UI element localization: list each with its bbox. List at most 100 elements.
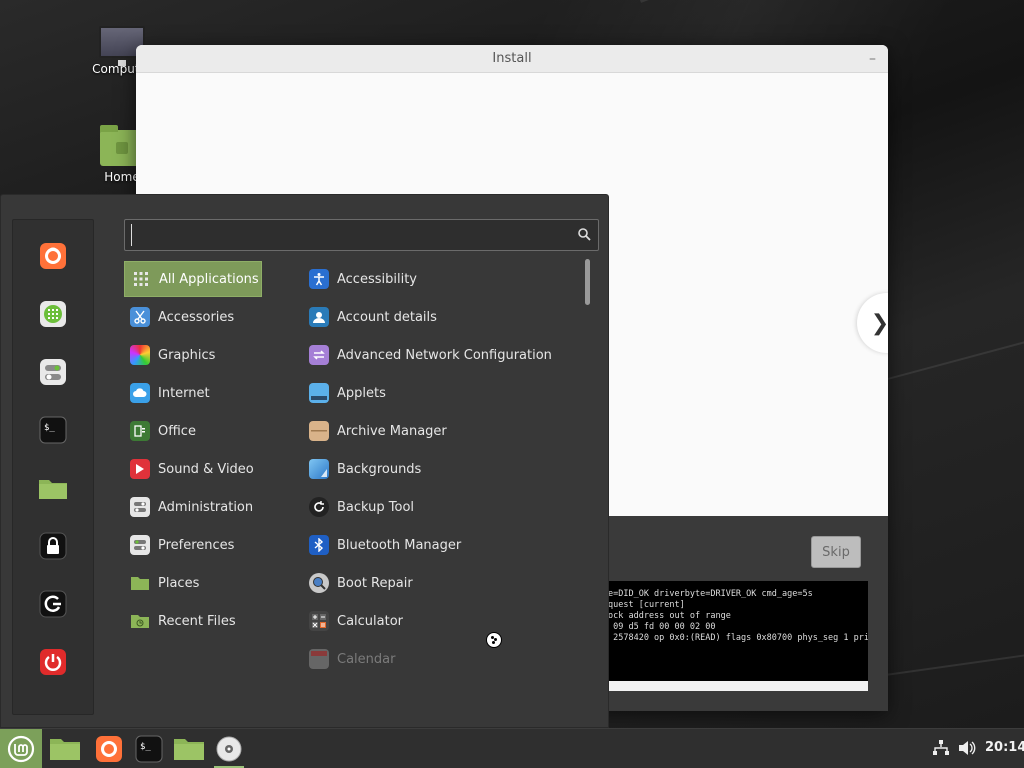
terminal-line: e=DID_OK driverbyte=DRIVER_OK cmd_age=5s xyxy=(608,589,813,599)
recent-files-icon xyxy=(130,611,150,631)
category-internet[interactable]: Internet xyxy=(124,375,262,411)
terminal-log: e=DID_OK driverbyte=DRIVER_OK cmd_age=5s… xyxy=(606,581,868,691)
category-label: Graphics xyxy=(158,347,216,363)
app-label: Boot Repair xyxy=(337,575,413,591)
minimize-button[interactable]: – xyxy=(869,51,876,67)
category-places[interactable]: Places xyxy=(124,565,262,601)
favorite-software-manager[interactable] xyxy=(36,297,70,331)
favorite-firefox[interactable] xyxy=(36,239,70,273)
svg-text:$_: $_ xyxy=(140,742,151,752)
places-folder-icon xyxy=(130,573,150,593)
graphics-icon xyxy=(130,345,150,365)
volume-icon xyxy=(959,741,976,755)
app-backgrounds[interactable]: Backgrounds xyxy=(303,451,575,487)
favorite-files[interactable] xyxy=(36,471,70,505)
boot-repair-icon xyxy=(309,573,329,593)
app-archive-manager[interactable]: Archive Manager xyxy=(303,413,575,449)
category-label: Preferences xyxy=(158,537,235,553)
search-input[interactable] xyxy=(131,224,571,246)
category-administration[interactable]: Administration xyxy=(124,489,262,525)
tray-network[interactable] xyxy=(932,739,950,761)
scissors-icon xyxy=(130,307,150,327)
accessibility-icon xyxy=(309,269,329,289)
tray-volume[interactable] xyxy=(958,739,976,761)
app-bluetooth-manager[interactable]: Bluetooth Manager xyxy=(303,527,575,563)
app-boot-repair[interactable]: Boot Repair xyxy=(303,565,575,601)
terminal-line: quest [current] xyxy=(608,600,685,610)
cloud-icon xyxy=(130,383,150,403)
app-calendar[interactable]: Calendar xyxy=(303,641,575,677)
category-all-applications[interactable]: All Applications xyxy=(124,261,262,297)
app-applets[interactable]: Applets xyxy=(303,375,575,411)
power-icon xyxy=(40,649,66,675)
wallpaper-line xyxy=(640,0,1024,3)
terminal-line: 09 d5 fd 00 00 02 00 xyxy=(608,622,716,632)
app-label: Archive Manager xyxy=(337,423,447,439)
app-accessibility[interactable]: Accessibility xyxy=(303,261,575,297)
menu-button[interactable] xyxy=(0,729,42,768)
terminal-icon: $_ xyxy=(39,416,67,444)
clock[interactable]: 20:14 xyxy=(985,740,1024,755)
desktop-folder-icon xyxy=(50,739,80,760)
favorite-shutdown[interactable] xyxy=(36,645,70,679)
busy-cursor-icon xyxy=(486,632,502,648)
app-label: Calculator xyxy=(337,613,404,629)
app-calculator[interactable]: Calculator xyxy=(303,603,575,639)
favorite-logout[interactable] xyxy=(36,587,70,621)
taskbar-files[interactable] xyxy=(172,733,206,765)
preferences-icon xyxy=(130,535,150,555)
calculator-icon xyxy=(309,611,329,631)
app-label: Account details xyxy=(337,309,437,325)
taskbar: $_ 20:14 xyxy=(0,728,1024,768)
category-recent-files[interactable]: Recent Files xyxy=(124,603,262,639)
wallpaper-line xyxy=(880,333,1024,382)
svg-text:$_: $_ xyxy=(44,423,55,433)
category-preferences[interactable]: Preferences xyxy=(124,527,262,563)
category-sound-video[interactable]: Sound & Video xyxy=(124,451,262,487)
terminal-icon: $_ xyxy=(135,735,163,763)
category-label: Office xyxy=(158,423,196,439)
lock-icon xyxy=(39,532,67,560)
taskbar-firefox[interactable] xyxy=(92,733,126,765)
bluetooth-icon xyxy=(309,535,329,555)
category-graphics[interactable]: Graphics xyxy=(124,337,262,373)
category-accessories[interactable]: Accessories xyxy=(124,299,262,335)
app-label: Backgrounds xyxy=(337,461,422,477)
install-titlebar[interactable]: Install – xyxy=(136,45,888,73)
search-box xyxy=(124,219,599,251)
skip-button[interactable]: Skip xyxy=(811,536,861,568)
category-label: Accessories xyxy=(158,309,235,325)
mint-logo-icon xyxy=(7,735,35,763)
network-icon xyxy=(933,740,949,755)
calendar-icon xyxy=(309,649,329,669)
app-label: Backup Tool xyxy=(337,499,415,515)
app-backup-tool[interactable]: Backup Tool xyxy=(303,489,575,525)
taskbar-show-desktop[interactable] xyxy=(48,733,82,765)
terminal-progress-bar xyxy=(606,681,868,691)
category-label: Administration xyxy=(158,499,254,515)
archive-icon xyxy=(309,421,329,441)
application-menu: $_ All Applications Accessories Graphics… xyxy=(0,194,609,728)
category-label: Places xyxy=(158,575,200,591)
favorite-lock-screen[interactable] xyxy=(36,529,70,563)
app-label: Advanced Network Configuration xyxy=(337,347,552,363)
taskbar-terminal[interactable]: $_ xyxy=(132,733,166,765)
category-office[interactable]: Office xyxy=(124,413,262,449)
terminal-line: ock address out of range xyxy=(608,611,731,621)
app-label: Accessibility xyxy=(337,271,417,287)
chevron-right-icon: ❯ xyxy=(870,310,888,336)
disc-icon xyxy=(216,736,242,762)
account-icon xyxy=(309,307,329,327)
folder-icon xyxy=(174,739,204,760)
app-account-details[interactable]: Account details xyxy=(303,299,575,335)
software-manager-icon xyxy=(40,301,66,327)
window-title: Install xyxy=(492,51,532,66)
administration-icon xyxy=(130,497,150,517)
favorite-system-settings[interactable] xyxy=(36,355,70,389)
scrollbar-thumb[interactable] xyxy=(585,259,590,305)
category-label: Recent Files xyxy=(158,613,236,629)
terminal-line: 2578420 op 0x0:(READ) flags 0x80700 phys… xyxy=(608,633,868,643)
taskbar-installer[interactable] xyxy=(212,733,246,768)
favorite-terminal[interactable]: $_ xyxy=(36,413,70,447)
app-advanced-network-configuration[interactable]: Advanced Network Configuration xyxy=(303,337,575,373)
